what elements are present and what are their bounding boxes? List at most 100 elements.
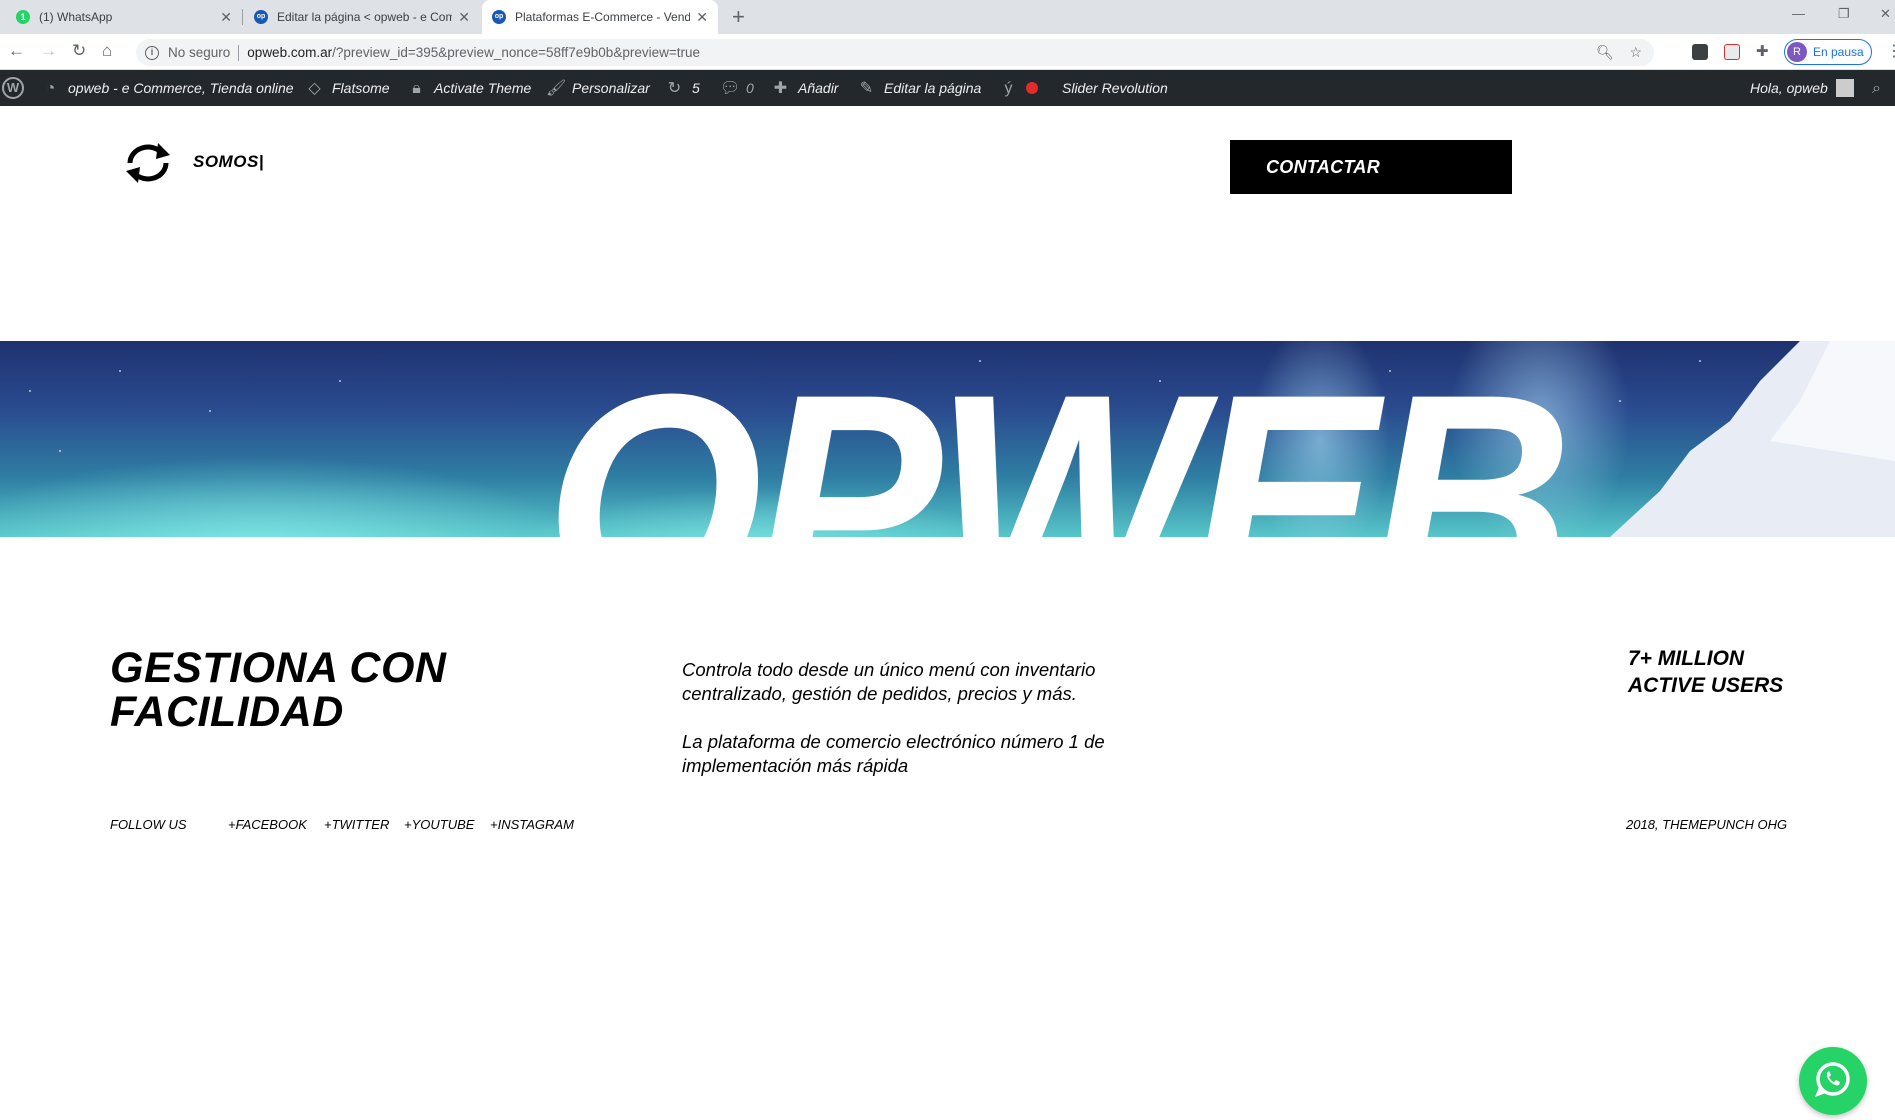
activate-theme-link[interactable]: 🔒︎ Activate Theme xyxy=(408,70,531,106)
headline-line: GESTIONA CON xyxy=(110,644,447,692)
updates-count: 5 xyxy=(692,80,700,96)
hero-graphic: OPWEB xyxy=(0,341,1895,537)
address-bar[interactable]: i No seguro opweb.com.ar /?preview_id=39… xyxy=(136,39,1654,66)
lock-icon: 🔒︎ xyxy=(412,79,421,97)
contact-button[interactable]: CONTACTAR xyxy=(1230,140,1512,194)
tab-title: Plataformas E-Commerce - Vend xyxy=(515,10,691,24)
close-icon[interactable]: ✕ xyxy=(696,9,708,26)
home-icon[interactable]: ⌂ xyxy=(102,41,112,61)
description-paragraph: Controla todo desde un único menú con in… xyxy=(682,659,1096,704)
tab-title: Editar la página < opweb - e Com xyxy=(277,10,453,24)
flatsome-icon: ◇ xyxy=(308,79,321,97)
tab-whatsapp[interactable]: 1 (1) WhatsApp ✕ xyxy=(6,0,242,34)
wp-admin-bar: W ◔ opweb - e Commerce, Tienda online ◇ … xyxy=(0,70,1895,106)
bookmark-star-icon[interactable]: ☆ xyxy=(1629,44,1642,60)
zoom-icon[interactable]: 🔍︎ xyxy=(1596,44,1614,60)
search-icon: ⌕ xyxy=(1872,79,1881,97)
youtube-link[interactable]: +YOUTUBE xyxy=(404,817,474,832)
description-paragraph: La plataforma de comercio electrónico nú… xyxy=(682,731,1105,776)
close-icon[interactable]: ✕ xyxy=(220,9,232,26)
window-close-icon[interactable]: ✕ xyxy=(1880,6,1891,22)
my-account-menu[interactable]: Hola, opweb xyxy=(1750,70,1854,106)
headline: GESTIONA CON FACILIDAD xyxy=(110,646,446,734)
avatar: R xyxy=(1787,42,1807,62)
whatsapp-tab-icon: 1 xyxy=(16,10,30,24)
profile-button[interactable]: R En pausa xyxy=(1784,39,1872,65)
follow-us-label: FOLLOW US xyxy=(110,817,187,832)
page-body: SOMOS| CONTACTAR OPWEB GESTIONA CON FACI… xyxy=(0,106,1895,1115)
flatsome-label: Flatsome xyxy=(332,80,390,96)
howdy-label: Hola, opweb xyxy=(1750,80,1828,96)
reload-icon[interactable]: ↻ xyxy=(72,41,86,61)
comments-count: 0 xyxy=(746,80,754,96)
restore-icon[interactable]: ❐ xyxy=(1838,6,1850,22)
close-icon[interactable]: ✕ xyxy=(458,9,470,26)
slider-revolution-link[interactable]: Slider Revolution xyxy=(1062,70,1168,106)
url-host: opweb.com.ar xyxy=(247,45,333,60)
browser-toolbar: ← → ↻ ⌂ i No seguro opweb.com.ar /?previ… xyxy=(0,34,1895,70)
whatsapp-icon xyxy=(1815,1062,1850,1097)
back-icon[interactable]: ← xyxy=(8,41,25,61)
stat-block: 7+ MILLION ACTIVE USERS xyxy=(1628,645,1783,699)
copyright: 2018, THEMEPUNCH OHG xyxy=(1626,817,1788,832)
pencil-icon: ✎ xyxy=(859,79,874,97)
yoast-menu[interactable]: ý xyxy=(1000,70,1038,106)
menu-dots-icon[interactable]: ⋮ xyxy=(1886,41,1895,61)
instagram-link[interactable]: +INSTAGRAM xyxy=(490,817,574,832)
whatsapp-chat-button[interactable] xyxy=(1799,1047,1867,1115)
dashboard-icon: ◔ xyxy=(45,79,56,97)
new-content-menu[interactable]: ✚ Añadir xyxy=(772,70,839,106)
tab-edit-page[interactable]: op Editar la página < opweb - e Com ✕ xyxy=(244,0,480,34)
profile-status: En pausa xyxy=(1813,45,1864,59)
opweb-favicon-icon: op xyxy=(492,10,506,24)
extension-icon[interactable] xyxy=(1692,44,1708,60)
customize-link[interactable]: 🖌︎ Personalizar xyxy=(546,70,650,106)
divider xyxy=(238,44,240,61)
description: Controla todo desde un único menú con in… xyxy=(682,658,1202,778)
status-dot-icon xyxy=(1026,82,1038,94)
updates-link[interactable]: ↻ 5 xyxy=(666,70,700,106)
twitter-link[interactable]: +TWITTER xyxy=(324,817,389,832)
info-icon[interactable]: i xyxy=(145,45,159,60)
admin-search[interactable]: ⌕ xyxy=(1868,70,1894,106)
headline-line: FACILIDAD xyxy=(110,688,344,736)
forward-icon[interactable]: → xyxy=(40,41,57,61)
edit-page-label: Editar la página xyxy=(884,80,982,96)
stat-label: ACTIVE USERS xyxy=(1628,674,1784,697)
nav-somos[interactable]: SOMOS| xyxy=(193,152,264,172)
site-name-menu[interactable]: ◔ opweb - e Commerce, Tienda online xyxy=(42,70,294,106)
security-label: No seguro xyxy=(168,45,231,60)
updates-icon: ↻ xyxy=(667,79,682,97)
tab-title: (1) WhatsApp xyxy=(39,10,113,24)
facebook-link[interactable]: +FACEBOOK xyxy=(228,817,307,832)
customize-label: Personalizar xyxy=(572,80,650,96)
site-name: opweb - e Commerce, Tienda online xyxy=(68,80,294,96)
opweb-favicon-icon: op xyxy=(254,10,268,24)
edit-page-link[interactable]: ✎ Editar la página xyxy=(858,70,982,106)
tab-separator xyxy=(242,9,243,25)
extension-cast-icon[interactable] xyxy=(1724,44,1740,60)
yoast-icon: ý xyxy=(1004,79,1013,97)
minimize-icon[interactable]: — xyxy=(1792,6,1805,21)
plus-icon: ✚ xyxy=(773,79,788,97)
aurora-glow xyxy=(0,421,580,537)
avatar xyxy=(1835,79,1854,97)
stat-value: 7+ MILLION xyxy=(1628,647,1745,670)
hero-banner: OPWEB xyxy=(0,341,1895,537)
paintbrush-icon: 🖌︎ xyxy=(546,79,567,97)
slider-label: Slider Revolution xyxy=(1062,80,1168,96)
activate-theme-label: Activate Theme xyxy=(434,80,532,96)
comment-bubble-icon: 💬︎ xyxy=(720,79,741,97)
extensions-puzzle-icon[interactable]: ✚ xyxy=(1756,42,1769,60)
refresh-logo-icon[interactable] xyxy=(122,141,174,185)
flatsome-menu[interactable]: ◇ Flatsome xyxy=(306,70,390,106)
wp-logo-menu[interactable]: W xyxy=(2,70,24,106)
tab-plataformas[interactable]: op Plataformas E-Commerce - Vend ✕ xyxy=(482,0,718,34)
new-label: Añadir xyxy=(798,80,839,96)
comments-link[interactable]: 💬︎ 0 xyxy=(720,70,754,106)
new-tab-icon[interactable]: + xyxy=(732,4,745,30)
url-path: /?preview_id=395&preview_nonce=58ff7e9b0… xyxy=(332,45,700,60)
wordpress-logo-icon: W xyxy=(2,77,24,99)
hero-title: OPWEB xyxy=(545,341,1565,537)
browser-tabstrip: 1 (1) WhatsApp ✕ op Editar la página < o… xyxy=(0,0,1895,34)
